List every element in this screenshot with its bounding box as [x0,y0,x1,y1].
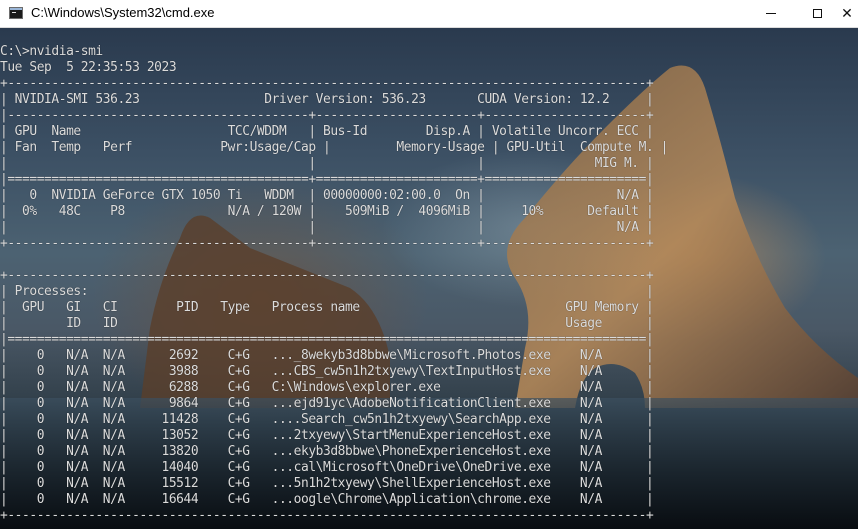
minimize-icon [766,13,776,14]
cmd-window: C:\Windows\System32\cmd.exe ✕ C:\>nvidia… [0,0,858,529]
terminal-line: |=======================================… [0,332,654,347]
terminal-line: | 0 N/A N/A 11428 C+G ....Search_cw5n1h2… [0,412,654,427]
terminal-line: +---------------------------------------… [0,508,654,523]
terminal-line: | 0 N/A N/A 13052 C+G ...2txyewy\StartMe… [0,428,654,443]
terminal-line: |---------------------------------------… [0,108,654,123]
terminal-line: | Fan Temp Perf Pwr:Usage/Cap | Memory-U… [0,140,669,155]
terminal-line: | GPU GI CI PID Type Process name GPU Me… [0,300,654,315]
terminal-line: +---------------------------------------… [0,76,654,91]
terminal-line: | | | MIG M. | [0,156,654,171]
terminal-line: | 0 N/A N/A 14040 C+G ...cal\Microsoft\O… [0,460,654,475]
terminal-line: | 0 NVIDIA GeForce GTX 1050 Ti WDDM | 00… [0,188,654,203]
terminal-line: | 0 N/A N/A 3988 C+G ...CBS_cw5n1h2txyew… [0,364,654,379]
title-bar[interactable]: C:\Windows\System32\cmd.exe ✕ [0,0,858,28]
terminal-line: Tue Sep 5 22:35:53 2023 [0,60,177,75]
maximize-icon [812,9,822,18]
close-icon: ✕ [841,5,853,22]
terminal-line: | 0 N/A N/A 6288 C+G C:\Windows\explorer… [0,380,654,395]
close-button[interactable]: ✕ [836,0,858,27]
terminal-line: +---------------------------------------… [0,236,654,251]
console-icon [9,7,23,19]
console-area[interactable]: C:\>nvidia-smi Tue Sep 5 22:35:53 2023 +--… [0,28,858,529]
terminal-line: |=======================================… [0,172,654,187]
terminal-line: +---------------------------------------… [0,268,654,283]
terminal-line: | 0 N/A N/A 9864 C+G ...ejd91yc\AdobeNot… [0,396,654,411]
terminal-line: | ID ID Usage | [0,316,654,331]
terminal-line: | GPU Name TCC/WDDM | Bus-Id Disp.A | Vo… [0,124,654,139]
terminal-line: | NVIDIA-SMI 536.23 Driver Version: 536.… [0,92,654,107]
terminal-output: C:\>nvidia-smi Tue Sep 5 22:35:53 2023 +--… [0,44,668,524]
terminal-line: | 0 N/A N/A 16644 C+G ...oogle\Chrome\Ap… [0,492,654,507]
terminal-line: | Processes: | [0,284,654,299]
terminal-line: | 0 N/A N/A 2692 C+G ..._8wekyb3d8bbwe\M… [0,348,654,363]
terminal-line: | 0 N/A N/A 13820 C+G ...ekyb3d8bbwe\Pho… [0,444,654,459]
maximize-button[interactable] [794,0,840,27]
terminal-line: | 0 N/A N/A 15512 C+G ...5n1h2txyewy\She… [0,476,654,491]
terminal-line: C:\>nvidia-smi [0,44,103,59]
terminal-line: | 0% 48C P8 N/A / 120W | 509MiB / 4096Mi… [0,204,654,219]
terminal-line: | | | N/A | [0,220,654,235]
minimize-button[interactable] [748,0,794,27]
window-title: C:\Windows\System32\cmd.exe [31,5,215,20]
